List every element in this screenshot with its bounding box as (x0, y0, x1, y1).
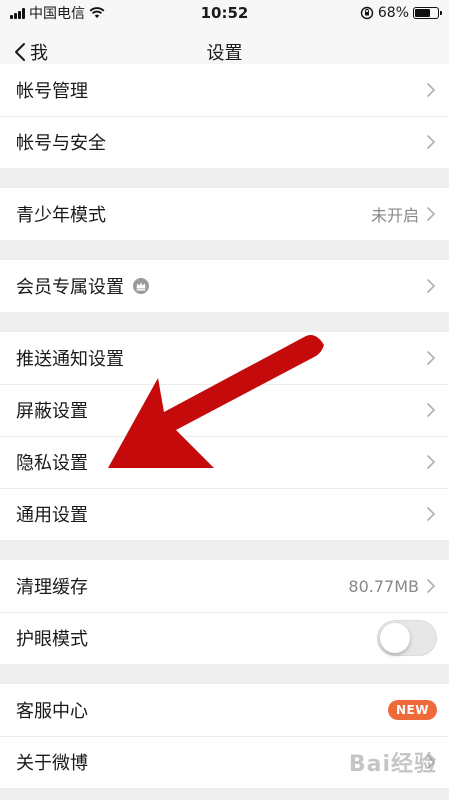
row-label: 青少年模式 (16, 205, 106, 226)
row-left: 隐私设置 (16, 449, 88, 475)
row-right (425, 454, 437, 470)
settings-row[interactable]: 隐私设置 (0, 436, 449, 488)
row-left: 推送通知设置 (16, 345, 124, 371)
settings-group: 客服中心 NEW 关于微博 (0, 684, 449, 788)
row-label: 会员专属设置 (16, 277, 124, 298)
chevron-right-icon (427, 351, 435, 365)
eye-care-toggle[interactable] (377, 620, 437, 656)
row-left: 关于微博 (16, 749, 88, 775)
settings-group: 青少年模式 未开启 (0, 188, 449, 240)
settings-row[interactable]: 帐号管理 (0, 64, 449, 116)
settings-row[interactable]: 通用设置 (0, 488, 449, 540)
row-value: 80.77MB (348, 576, 419, 596)
chevron-right-icon (427, 403, 435, 417)
row-right: 未开启 (371, 202, 437, 226)
row-label: 隐私设置 (16, 453, 88, 474)
row-right (425, 754, 437, 770)
row-label: 关于微博 (16, 753, 88, 774)
page-title: 设置 (206, 42, 243, 64)
row-label: 护眼模式 (16, 629, 88, 650)
settings-row[interactable]: 会员专属设置 (0, 260, 449, 312)
row-label: 屏蔽设置 (16, 401, 88, 422)
row-left: 通用设置 (16, 501, 88, 527)
settings-row[interactable]: 屏蔽设置 (0, 384, 449, 436)
battery-percent: 68% (377, 5, 409, 21)
settings-row[interactable]: 青少年模式 未开启 (0, 188, 449, 240)
row-right: 80.77MB (348, 577, 437, 596)
chevron-right-icon (427, 455, 435, 469)
row-left: 青少年模式 (16, 201, 106, 227)
row-label: 推送通知设置 (16, 349, 124, 370)
row-left: 帐号管理 (16, 77, 88, 103)
settings-group: 清理缓存 80.77MB 护眼模式 (0, 560, 449, 664)
wifi-icon (89, 7, 105, 18)
status-time: 10:52 (200, 4, 249, 22)
chevron-right-icon (427, 207, 435, 221)
settings-row[interactable]: 推送通知设置 (0, 332, 449, 384)
battery-icon (413, 7, 442, 19)
row-right (377, 620, 437, 656)
back-label: 我 (30, 43, 48, 64)
orientation-lock-icon (360, 6, 374, 20)
status-bar: 中国电信 10:52 68% (0, 0, 449, 26)
settings-row[interactable]: 护眼模式 (0, 612, 449, 664)
status-right: 68% (360, 5, 442, 21)
row-right: NEW (388, 700, 437, 720)
row-label: 帐号与安全 (16, 133, 106, 154)
row-right (425, 134, 437, 150)
row-right (425, 506, 437, 522)
row-right (425, 402, 437, 418)
row-left: 屏蔽设置 (16, 397, 88, 423)
row-right (425, 350, 437, 366)
chevron-right-icon (427, 579, 435, 593)
battery-level (415, 9, 430, 17)
row-label: 清理缓存 (16, 577, 88, 598)
crown-icon (133, 278, 149, 294)
row-left: 护眼模式 (16, 625, 88, 651)
settings-row[interactable]: 清理缓存 80.77MB (0, 560, 449, 612)
settings-row[interactable]: 客服中心 NEW (0, 684, 449, 736)
carrier-label: 中国电信 (29, 6, 85, 22)
row-value: 未开启 (370, 206, 419, 225)
row-left: 客服中心 (16, 697, 88, 723)
signal-icon (10, 7, 25, 19)
row-label: 帐号管理 (16, 81, 88, 102)
new-badge: NEW (388, 700, 437, 720)
settings-row[interactable]: 关于微博 (0, 736, 449, 788)
row-label: 客服中心 (16, 701, 88, 722)
settings-group: 帐号管理 帐号与安全 (0, 64, 449, 168)
settings-row[interactable]: 帐号与安全 (0, 116, 449, 168)
status-left: 中国电信 (10, 3, 105, 23)
settings-group: 会员专属设置 (0, 260, 449, 312)
chevron-right-icon (427, 83, 435, 97)
chevron-right-icon (427, 135, 435, 149)
row-left: 清理缓存 (16, 573, 88, 599)
chevron-right-icon (427, 755, 435, 769)
chevron-left-icon (15, 43, 25, 61)
chevron-right-icon (427, 279, 435, 293)
row-right (425, 278, 437, 294)
row-label: 通用设置 (16, 505, 88, 526)
row-left: 会员专属设置 (16, 273, 150, 299)
chevron-right-icon (427, 507, 435, 521)
settings-list: 帐号管理帐号与安全青少年模式 未开启会员专属设置 推送通知设置 屏蔽设置隐私设置通用设… (0, 64, 449, 788)
settings-group: 推送通知设置 屏蔽设置隐私设置通用设置 (0, 332, 449, 540)
row-left: 帐号与安全 (16, 129, 106, 155)
toggle-knob (380, 623, 410, 653)
row-right (425, 82, 437, 98)
